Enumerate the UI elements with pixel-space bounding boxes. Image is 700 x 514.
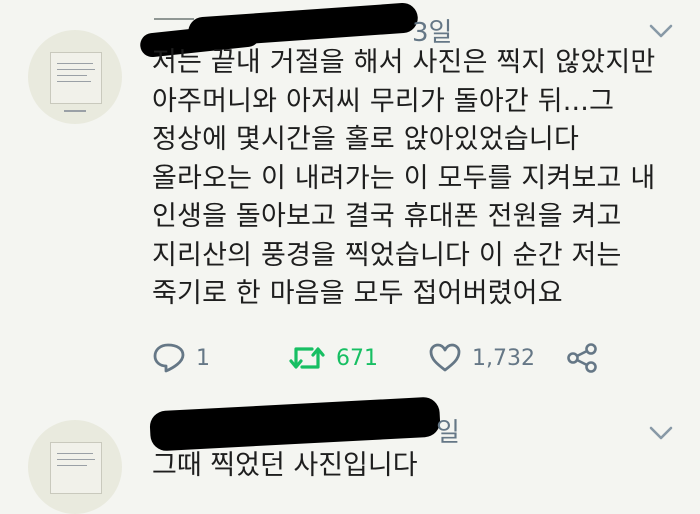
reply-count: 1 xyxy=(196,345,210,371)
reply-icon xyxy=(153,343,185,373)
tweet-text: 저는 끝내 거절을 해서 사진은 찍지 않았지만 아주머니와 아저씨 무리가 돌… xyxy=(152,47,656,309)
retweet-button[interactable]: 671 xyxy=(288,342,378,374)
chevron-down-icon[interactable] xyxy=(648,424,674,442)
avatar[interactable] xyxy=(28,30,122,124)
avatar-image xyxy=(50,52,102,104)
redaction-bar xyxy=(149,396,441,452)
handle-faint xyxy=(154,18,194,20)
like-button[interactable]: 1,732 xyxy=(428,342,535,374)
chevron-down-icon[interactable] xyxy=(648,22,674,40)
reply-date[interactable]: 일 xyxy=(436,412,460,449)
like-count: 1,732 xyxy=(472,345,535,371)
reply-button[interactable]: 1 xyxy=(152,342,210,374)
share-icon xyxy=(567,343,597,373)
retweet-icon xyxy=(289,347,325,369)
share-button[interactable] xyxy=(566,342,598,374)
like-icon xyxy=(429,343,461,372)
reply-text: 그때 찍었던 사진입니다 xyxy=(152,450,418,481)
retweet-count: 671 xyxy=(336,345,378,371)
avatar-image xyxy=(50,442,102,494)
reply-avatar[interactable] xyxy=(28,420,122,514)
